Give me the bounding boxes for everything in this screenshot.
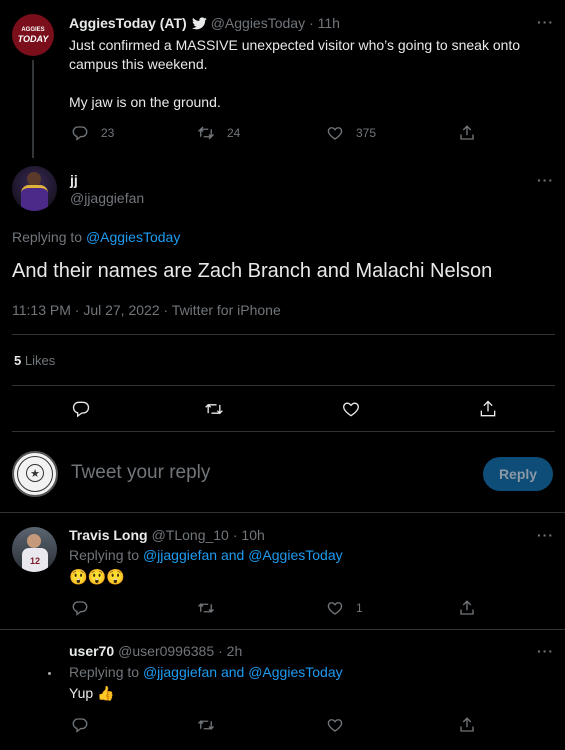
replying-to-handle[interactable]: @AggiesToday	[86, 229, 180, 245]
heart-icon	[327, 719, 343, 732]
user70-avatar[interactable]	[12, 644, 57, 689]
author-name[interactable]: user70	[69, 643, 114, 659]
tweet1-line1: Just confirmed a MASSIVE unexpected visi…	[69, 37, 521, 53]
heart-icon	[327, 127, 343, 140]
avatar-logo-bottom: TODAY	[17, 34, 49, 44]
thread-line	[32, 60, 34, 158]
avatar-head	[27, 172, 41, 186]
avatar-head	[27, 534, 41, 548]
jj-avatar[interactable]	[12, 166, 57, 211]
like-action[interactable]	[341, 399, 361, 419]
more-icon[interactable]: ···	[537, 172, 554, 188]
tweet-text: And their names are Zach Branch and Mala…	[12, 260, 493, 282]
avatar-dot	[48, 672, 51, 675]
retweet-action[interactable]	[204, 399, 224, 419]
share-action[interactable]	[458, 716, 476, 734]
replying-to-handles[interactable]: @jjaggiefan and @AggiesToday	[143, 664, 343, 680]
share-icon	[460, 600, 474, 615]
tweet1-line2: campus this weekend.	[69, 56, 208, 72]
reply1-text: 😲😲😲	[69, 569, 126, 586]
author-handle[interactable]: @AggiesToday	[211, 15, 305, 31]
share-icon	[460, 125, 474, 140]
retweet-count: 24	[227, 126, 241, 140]
retweet-action[interactable]	[197, 599, 215, 617]
reply-icon	[72, 718, 88, 733]
reply-count: 23	[101, 126, 115, 140]
author-handle[interactable]: @user0996385	[118, 643, 214, 659]
tweet1-header: AggiesToday (AT) @AggiesToday · 11h	[69, 15, 340, 31]
avatar-jersey	[21, 185, 48, 211]
star-icon: ★	[26, 464, 44, 482]
more-icon[interactable]: ···	[537, 643, 554, 659]
retweet-icon	[198, 126, 214, 140]
heart-icon	[327, 602, 343, 615]
aggiestoday-avatar[interactable]: AGGIES TODAY	[12, 14, 54, 56]
reply-action[interactable]: 23	[71, 124, 114, 142]
replying-to-line: Replying to @jjaggiefan and @AggiesToday	[69, 664, 343, 680]
like-count: 1	[356, 601, 363, 615]
divider	[0, 629, 565, 630]
like-action[interactable]: 375	[326, 124, 376, 142]
bird-icon	[191, 16, 207, 30]
tweet1-line3: My jaw is on the ground.	[69, 94, 221, 110]
tweet-meta[interactable]: 11:13 PM · Jul 27, 2022 · Twitter for iP…	[12, 302, 281, 318]
more-icon[interactable]: ···	[537, 527, 554, 543]
like-action[interactable]	[326, 716, 344, 734]
like-count: 375	[356, 126, 377, 140]
likes-stat[interactable]: 5 Likes	[14, 353, 55, 368]
reply-input[interactable]: Tweet your reply	[71, 462, 210, 484]
reply2-text: Yup 👍	[69, 685, 115, 701]
avatar-jersey: 12	[22, 548, 48, 572]
retweet-icon	[198, 603, 214, 613]
author-name[interactable]: Travis Long	[69, 527, 148, 543]
replying-to-prefix: Replying to	[69, 547, 140, 563]
replying-to-line: Replying to @jjaggiefan and @AggiesToday	[69, 547, 343, 563]
like-action[interactable]: 1	[326, 599, 363, 617]
reply-icon	[72, 401, 90, 418]
divider	[12, 334, 555, 335]
reply-button[interactable]: Reply	[483, 457, 553, 491]
divider	[12, 431, 555, 432]
author-name[interactable]: AggiesToday (AT)	[69, 15, 187, 31]
user-avatar[interactable]: ★	[12, 451, 58, 497]
share-action[interactable]	[478, 399, 498, 419]
retweet-action[interactable]	[197, 716, 215, 734]
replying-to-line: Replying to @AggiesToday	[12, 229, 180, 245]
retweet-icon	[205, 403, 223, 415]
avatar-logo-top: AGGIES	[21, 27, 45, 33]
share-icon	[480, 400, 496, 417]
reply-icon	[72, 126, 88, 141]
replying-to-prefix: Replying to	[12, 229, 83, 245]
share-action[interactable]	[458, 124, 476, 142]
likes-stat-label: Likes	[24, 353, 56, 368]
jj-name[interactable]: jj	[70, 172, 78, 188]
replying-to-prefix: Replying to	[69, 664, 140, 680]
reply2-header: user70 @user0996385 · 2h	[69, 643, 242, 659]
jj-handle[interactable]: @jjaggiefan	[70, 190, 144, 206]
likes-stat-count: 5	[14, 353, 22, 368]
tweet-time[interactable]: · 2h	[218, 643, 242, 659]
tweet-time[interactable]: · 11h	[309, 15, 340, 31]
author-handle[interactable]: @TLong_10	[152, 527, 229, 543]
divider	[12, 385, 555, 386]
divider	[0, 512, 565, 513]
travis-avatar[interactable]: 12	[12, 527, 57, 572]
reply-icon	[72, 601, 88, 616]
reply-action[interactable]	[71, 716, 89, 734]
reply1-header: Travis Long @TLong_10 · 10h	[69, 527, 265, 543]
more-icon[interactable]: ···	[537, 14, 554, 30]
tweet-time[interactable]: · 10h	[233, 527, 265, 543]
replying-to-handles[interactable]: @jjaggiefan and @AggiesToday	[143, 547, 343, 563]
retweet-icon	[198, 720, 214, 730]
share-action[interactable]	[458, 599, 476, 617]
reply-action[interactable]	[71, 399, 91, 419]
retweet-action[interactable]: 24	[197, 124, 240, 142]
tweet1-body: Just confirmed a MASSIVE unexpected visi…	[69, 36, 549, 112]
share-icon	[460, 717, 474, 732]
reply-action[interactable]	[71, 599, 89, 617]
heart-icon	[343, 402, 359, 417]
